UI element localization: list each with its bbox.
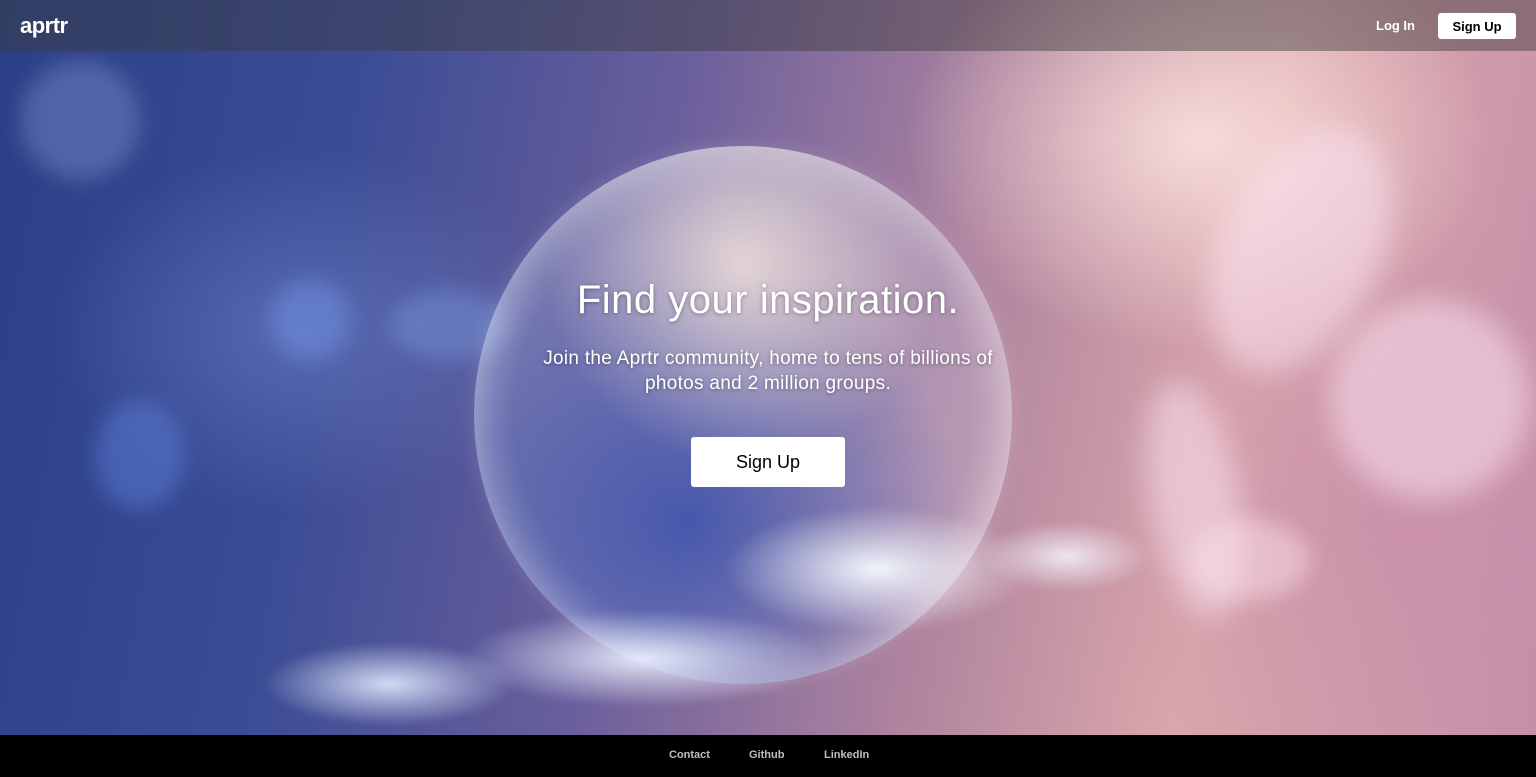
nav-signup-button[interactable]: Sign Up (1438, 13, 1516, 39)
login-link[interactable]: Log In (1376, 17, 1415, 35)
footer-link-contact[interactable]: Contact (669, 747, 710, 763)
snowy-branch-image (220, 480, 1160, 735)
hero-signup-button[interactable]: Sign Up (691, 437, 845, 487)
background-frosted-branch (1330, 300, 1530, 500)
hero-headline: Find your inspiration. (576, 278, 960, 322)
brand-logo[interactable]: aprtr (20, 13, 68, 39)
footer-link-linkedin[interactable]: LinkedIn (824, 747, 869, 763)
background-bokeh (95, 400, 185, 510)
top-navbar: aprtr Log In Sign Up (0, 0, 1536, 51)
footer: Contact Github LinkedIn (0, 735, 1536, 777)
hero-section: Find your inspiration. Join the Aprtr co… (0, 0, 1536, 735)
background-bokeh (20, 60, 140, 180)
hero-subheadline: Join the Aprtr community, home to tens o… (543, 348, 993, 394)
footer-link-github[interactable]: Github (749, 747, 784, 763)
